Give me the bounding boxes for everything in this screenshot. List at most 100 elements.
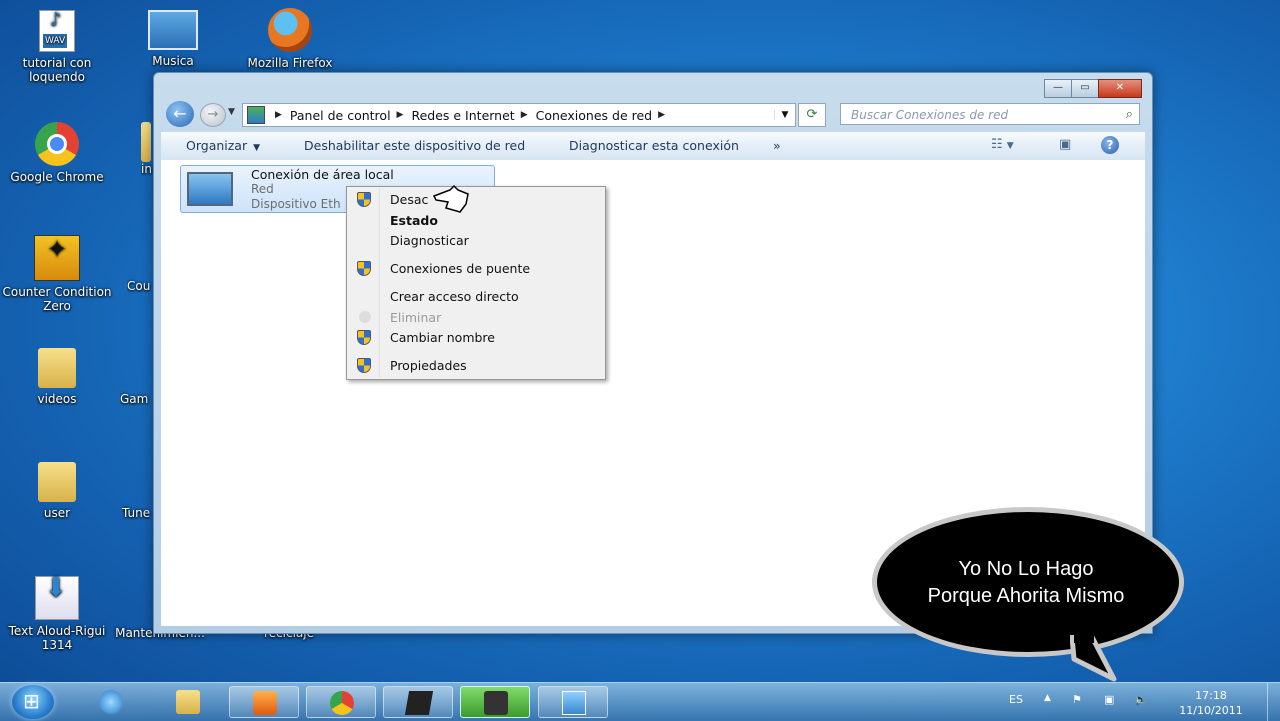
folder-icon (176, 690, 200, 714)
connection-network: Red (251, 182, 274, 196)
counter-strike-icon (34, 235, 80, 281)
download-arrow-icon (35, 576, 79, 620)
taskbar-chrome[interactable] (306, 686, 376, 718)
desktop-icon-firefox[interactable]: Mozilla Firefox (235, 8, 345, 70)
desktop-icon-label: user (43, 506, 71, 520)
help-icon[interactable]: ? (1101, 136, 1119, 154)
desktop-icon-chrome[interactable]: Google Chrome (2, 122, 112, 184)
folder-icon (141, 122, 151, 162)
menu-item-bridge[interactable]: Conexiones de puente (390, 261, 530, 276)
forward-button[interactable]: → (200, 103, 226, 127)
desktop-icon-label: Counter Condition Zero (2, 285, 112, 313)
chrome-icon (35, 122, 79, 166)
close-button[interactable]: ✕ (1098, 79, 1142, 98)
menu-item-diagnose[interactable]: Diagnosticar (390, 233, 469, 248)
network-tray-icon[interactable]: ▣ (1104, 693, 1114, 706)
taskbar-network-connections[interactable] (538, 686, 608, 718)
menu-item-disable[interactable]: Desac (349, 189, 607, 211)
menu-item-status[interactable]: Estado (390, 213, 438, 228)
menu-item-delete: Eliminar (390, 310, 442, 325)
media-player-icon (253, 691, 277, 715)
window-controls: — ▭ ✕ (1044, 79, 1142, 98)
menu-item-rename[interactable]: Cambiar nombre (390, 330, 495, 345)
volume-icon[interactable]: 🔈 (1134, 693, 1148, 706)
search-input[interactable]: Buscar Conexiones de red ⌕ (840, 103, 1140, 125)
disable-device-button[interactable]: Deshabilitar este dispositivo de red (304, 138, 525, 153)
disabled-item-icon (359, 311, 371, 323)
taskbar-media-player[interactable] (229, 686, 299, 718)
wav-file-icon (39, 10, 75, 52)
breadcrumb-network-internet[interactable]: Redes e Internet (411, 108, 514, 123)
organize-label: Organizar (186, 138, 248, 153)
speech-bubble-text: Yo No Lo Hago Porque Ahorita Mismo (878, 556, 1174, 610)
desktop-icon-tutorial[interactable]: tutorial con loquendo (2, 10, 112, 84)
search-icon[interactable]: ⌕ (1126, 104, 1133, 126)
address-dropdown-icon[interactable]: ▼ (774, 110, 795, 120)
show-hidden-icons[interactable]: ▲ (1044, 693, 1051, 703)
bubble-line-2: Porque Ahorita Mismo (927, 585, 1125, 607)
desktop-icon-musica[interactable]: Musica (118, 10, 228, 68)
desktop-icon-counter-strike[interactable]: Counter Condition Zero (2, 235, 112, 313)
desktop-icon-label: Musica (152, 54, 194, 68)
chevron-right-icon[interactable]: ▶ (275, 110, 282, 120)
clock-date: 11/10/2011 (1179, 704, 1243, 717)
breadcrumb-network-connections[interactable]: Conexiones de red (536, 108, 652, 123)
taskbar-app[interactable] (383, 686, 453, 718)
control-panel-icon (562, 691, 586, 715)
desktop-icon-label: Text Aloud-Rigui 1314 (8, 624, 106, 652)
organize-menu[interactable]: Organizar ▼ (186, 138, 260, 153)
uac-shield-icon (356, 358, 372, 374)
speech-bubble-tail (1070, 635, 1117, 682)
taskbar-ie[interactable] (76, 686, 146, 718)
internet-explorer-icon (99, 690, 123, 714)
minimize-button[interactable]: — (1044, 79, 1072, 98)
chevron-right-icon[interactable]: ▶ (521, 110, 528, 120)
back-button[interactable]: ← (166, 101, 194, 127)
chrome-icon (330, 691, 354, 715)
chevron-right-icon[interactable]: ▶ (397, 110, 404, 120)
change-view-icon[interactable]: ☷ ▼ (991, 137, 1014, 152)
uac-shield-icon (356, 261, 372, 277)
desktop-icon-label: Google Chrome (10, 170, 104, 184)
taskbar: ES ▲ ⚑ ▣ 🔈 17:18 11/10/2011 (0, 682, 1280, 721)
desktop-icon-videos[interactable]: videos (2, 348, 112, 406)
start-button[interactable] (12, 685, 54, 719)
address-bar[interactable]: ▶ Panel de control ▶ Redes e Internet ▶ … (242, 103, 796, 127)
connection-device: Dispositivo Eth (251, 197, 341, 211)
connection-name: Conexión de área local (251, 167, 394, 182)
preview-pane-icon[interactable]: ▣ (1059, 137, 1071, 152)
navigation-bar: ← → ▼ ▶ Panel de control ▶ Redes e Inter… (164, 101, 1142, 127)
taskbar-recorder[interactable] (460, 686, 530, 718)
diagnose-connection-button[interactable]: Diagnosticar esta conexión (569, 138, 739, 153)
music-folder-icon (148, 10, 198, 50)
history-dropdown-icon[interactable]: ▼ (228, 107, 235, 117)
control-panel-icon (247, 106, 265, 124)
context-menu: Desac Estado Diagnosticar Conexiones de … (346, 186, 607, 380)
clapperboard-icon (404, 691, 434, 715)
desktop-icon-label: videos (37, 392, 77, 406)
folder-icon (38, 348, 76, 388)
bubble-line-1: Yo No Lo Hago (958, 558, 1094, 580)
clock-time: 17:18 (1195, 689, 1227, 702)
language-indicator[interactable]: ES (1009, 693, 1023, 706)
menu-item-create-shortcut[interactable]: Crear acceso directo (390, 289, 519, 304)
maximize-button[interactable]: ▭ (1071, 79, 1099, 98)
camcorder-icon (484, 691, 508, 715)
desktop-icon-text-aloud[interactable]: Text Aloud-Rigui 1314 (2, 576, 112, 652)
desktop-icon-label: tutorial con loquendo (22, 56, 92, 84)
command-bar: Organizar ▼ Deshabilitar este dispositivo… (161, 131, 1145, 161)
desktop-icon-user[interactable]: user (2, 462, 112, 520)
firefox-icon (268, 8, 312, 52)
refresh-button[interactable]: ⟳ (798, 103, 826, 127)
menu-item-properties[interactable]: Propiedades (390, 358, 467, 373)
more-commands-button[interactable]: » (773, 138, 781, 153)
chevron-down-icon: ▼ (253, 143, 261, 153)
show-desktop-button[interactable] (1267, 683, 1280, 721)
taskbar-clock[interactable]: 17:18 11/10/2011 (1168, 688, 1254, 718)
action-center-flag-icon[interactable]: ⚑ (1072, 693, 1082, 706)
breadcrumb-control-panel[interactable]: Panel de control (290, 108, 391, 123)
taskbar-explorer[interactable] (153, 686, 223, 718)
chevron-right-icon[interactable]: ▶ (658, 110, 665, 120)
search-placeholder: Buscar Conexiones de red (851, 108, 1009, 122)
desktop-icon-label: Mozilla Firefox (247, 56, 333, 70)
